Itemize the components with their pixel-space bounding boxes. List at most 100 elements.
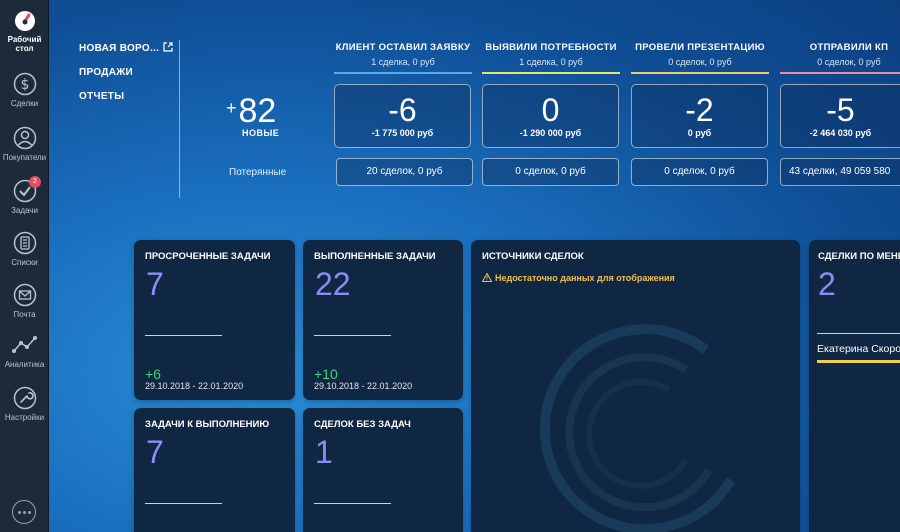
sidebar-item-mail[interactable]: Почта: [0, 283, 49, 319]
stage-color-line: [631, 72, 769, 74]
sidebar-item-settings[interactable]: Настройки: [0, 386, 49, 422]
deals-by-manager-card[interactable]: СДЕЛКИ ПО МЕНЕ 2 Екатерина Скоро: [809, 240, 900, 532]
stage-lost-box[interactable]: 0 сделок, 0 руб: [631, 158, 768, 186]
customers-icon: [13, 126, 36, 150]
card-date-range: 29.10.2018 - 22.01.2020: [145, 381, 244, 391]
new-deals-label: НОВЫЕ: [242, 128, 280, 138]
card-title: ЗАДАЧИ К ВЫПОЛНЕНИЮ: [145, 419, 270, 430]
card-value: 7: [146, 434, 164, 470]
stage-count-box[interactable]: -5 -2 464 030 руб: [780, 84, 900, 148]
stage-header[interactable]: ПРОВЕЛИ ПРЕЗЕНТАЦИЮ 0 сделок, 0 руб: [631, 42, 769, 74]
completed-tasks-card[interactable]: ВЫПОЛНЕННЫЕ ЗАДАЧИ 22 +10 29.10.2018 - 2…: [303, 240, 463, 400]
card-value: 22: [315, 266, 351, 302]
lists-icon: [13, 231, 36, 255]
menu-divider: [179, 40, 180, 198]
stage-sum: -2 464 030 руб: [809, 128, 872, 138]
no-data-warning: Недостаточно данных для отображения: [482, 273, 675, 283]
card-title: ИСТОЧНИКИ СДЕЛОК: [482, 251, 584, 262]
empty-donut-placeholder: [539, 324, 736, 532]
sidebar-item-label: Рабочий стол: [7, 35, 42, 53]
stage-summary: 0 сделок, 0 руб: [817, 57, 881, 67]
todo-tasks-card[interactable]: ЗАДАЧИ К ВЫПОЛНЕНИЮ 7: [134, 408, 295, 532]
sidebar-item-label: Покупатели: [2, 153, 47, 162]
card-value: 2: [818, 266, 836, 302]
stage-summary: 0 сделок, 0 руб: [668, 57, 732, 67]
menu-reports[interactable]: ОТЧЕТЫ: [79, 91, 159, 102]
card-delta: +6: [145, 366, 161, 382]
mail-icon: [13, 283, 36, 307]
stage-name: ОТПРАВИЛИ КП: [809, 42, 889, 53]
card-divider: [145, 503, 222, 504]
sidebar-item-label: Почта: [13, 310, 36, 319]
lost-deals-label: Потерянные: [229, 167, 287, 178]
stage-sum: -1 775 000 руб: [371, 128, 434, 138]
stage-count-box[interactable]: -2 0 руб: [631, 84, 768, 148]
overdue-tasks-card[interactable]: ПРОСРОЧЕННЫЕ ЗАДАЧИ 7 +6 29.10.2018 - 22…: [134, 240, 295, 400]
deals-without-tasks-card[interactable]: СДЕЛОК БЕЗ ЗАДАЧ 1: [303, 408, 463, 532]
stage-count: -5: [826, 92, 855, 128]
dashboard-gauge-icon: [14, 11, 35, 31]
stage-header[interactable]: ВЫЯВИЛИ ПОТРЕБНОСТИ 1 сделка, 0 руб: [482, 42, 620, 74]
card-title: ПРОСРОЧЕННЫЕ ЗАДАЧИ: [145, 251, 271, 262]
stage-lost-box[interactable]: 43 сделки, 49 059 580: [780, 158, 900, 186]
stage-name: КЛИЕНТ ОСТАВИЛ ЗАЯВКУ: [335, 42, 471, 53]
manager-bar: [817, 360, 900, 363]
card-divider: [145, 335, 222, 336]
sidebar-item-lists[interactable]: Списки: [0, 231, 49, 267]
sidebar-item-label: Аналитика: [4, 360, 45, 369]
stage-name: ПРОВЕЛИ ПРЕЗЕНТАЦИЮ: [635, 42, 765, 53]
analytics-icon: [11, 336, 37, 353]
card-divider: [817, 333, 900, 334]
stage-sum: -1 290 000 руб: [519, 128, 582, 138]
sidebar-item-deals[interactable]: $ Сделки: [0, 72, 49, 108]
sidebar: Рабочий стол $ Сделки Покупатели 2 Задач…: [0, 0, 49, 532]
stage-count-box[interactable]: 0 -1 290 000 руб: [482, 84, 619, 148]
sidebar-item-label: Настройки: [4, 413, 45, 422]
settings-wrench-icon: [13, 386, 36, 410]
card-divider: [314, 503, 391, 504]
stage-summary: 1 сделка, 0 руб: [519, 57, 583, 67]
stage-count-box[interactable]: -6 -1 775 000 руб: [334, 84, 471, 148]
chat-bubble-icon: [18, 511, 21, 514]
stage-lost-box[interactable]: 20 сделок, 0 руб: [336, 158, 473, 186]
sidebar-item-label: Сделки: [10, 99, 39, 108]
menu-pipeline[interactable]: НОВАЯ ВОРО...: [79, 43, 159, 54]
sidebar-item-tasks[interactable]: 2 Задачи: [0, 176, 49, 215]
stage-header[interactable]: ОТПРАВИЛИ КП 0 сделок, 0 руб: [780, 42, 900, 74]
deal-sources-card[interactable]: ИСТОЧНИКИ СДЕЛОК Недостаточно данных для…: [471, 240, 800, 532]
dollar-icon: $: [13, 72, 36, 96]
card-value: 1: [315, 434, 333, 470]
card-title: СДЕЛОК БЕЗ ЗАДАЧ: [314, 419, 411, 430]
manager-name: Екатерина Скоро: [817, 343, 900, 355]
stage-lost-box[interactable]: 0 сделок, 0 руб: [482, 158, 619, 186]
stage-count: -6: [388, 92, 417, 128]
tasks-badge: 2: [29, 176, 41, 188]
sidebar-item-label: Списки: [11, 258, 38, 267]
svg-text:$: $: [20, 77, 29, 93]
external-link-icon[interactable]: [163, 42, 173, 52]
stage-count: 0: [541, 92, 560, 128]
card-delta: +10: [314, 366, 338, 382]
card-value: 7: [146, 266, 164, 302]
stage-summary: 1 сделка, 0 руб: [371, 57, 435, 67]
warning-icon: [482, 273, 492, 282]
sidebar-item-dashboard[interactable]: Рабочий стол: [0, 10, 49, 53]
stage-header[interactable]: КЛИЕНТ ОСТАВИЛ ЗАЯВКУ 1 сделка, 0 руб: [334, 42, 472, 74]
stage-sum: 0 руб: [687, 128, 712, 138]
sidebar-item-analytics[interactable]: Аналитика: [0, 333, 49, 369]
stage-name: ВЫЯВИЛИ ПОТРЕБНОСТИ: [485, 42, 617, 53]
sidebar-item-label: Задачи: [11, 206, 38, 215]
stage-color-line: [482, 72, 620, 74]
stage-color-line: [780, 72, 900, 74]
pipeline-menu: НОВАЯ ВОРО... ПРОДАЖИ ОТЧЕТЫ: [79, 42, 173, 115]
card-divider: [314, 335, 391, 336]
chat-button[interactable]: [12, 500, 36, 524]
card-title: СДЕЛКИ ПО МЕНЕ: [818, 251, 900, 262]
menu-sales[interactable]: ПРОДАЖИ: [79, 67, 159, 78]
sidebar-item-customers[interactable]: Покупатели: [0, 126, 49, 162]
new-deals-count: +82: [226, 92, 277, 130]
card-date-range: 29.10.2018 - 22.01.2020: [314, 381, 413, 391]
card-title: ВЫПОЛНЕННЫЕ ЗАДАЧИ: [314, 251, 436, 262]
stage-count: -2: [685, 92, 714, 128]
stage-color-line: [334, 72, 472, 74]
